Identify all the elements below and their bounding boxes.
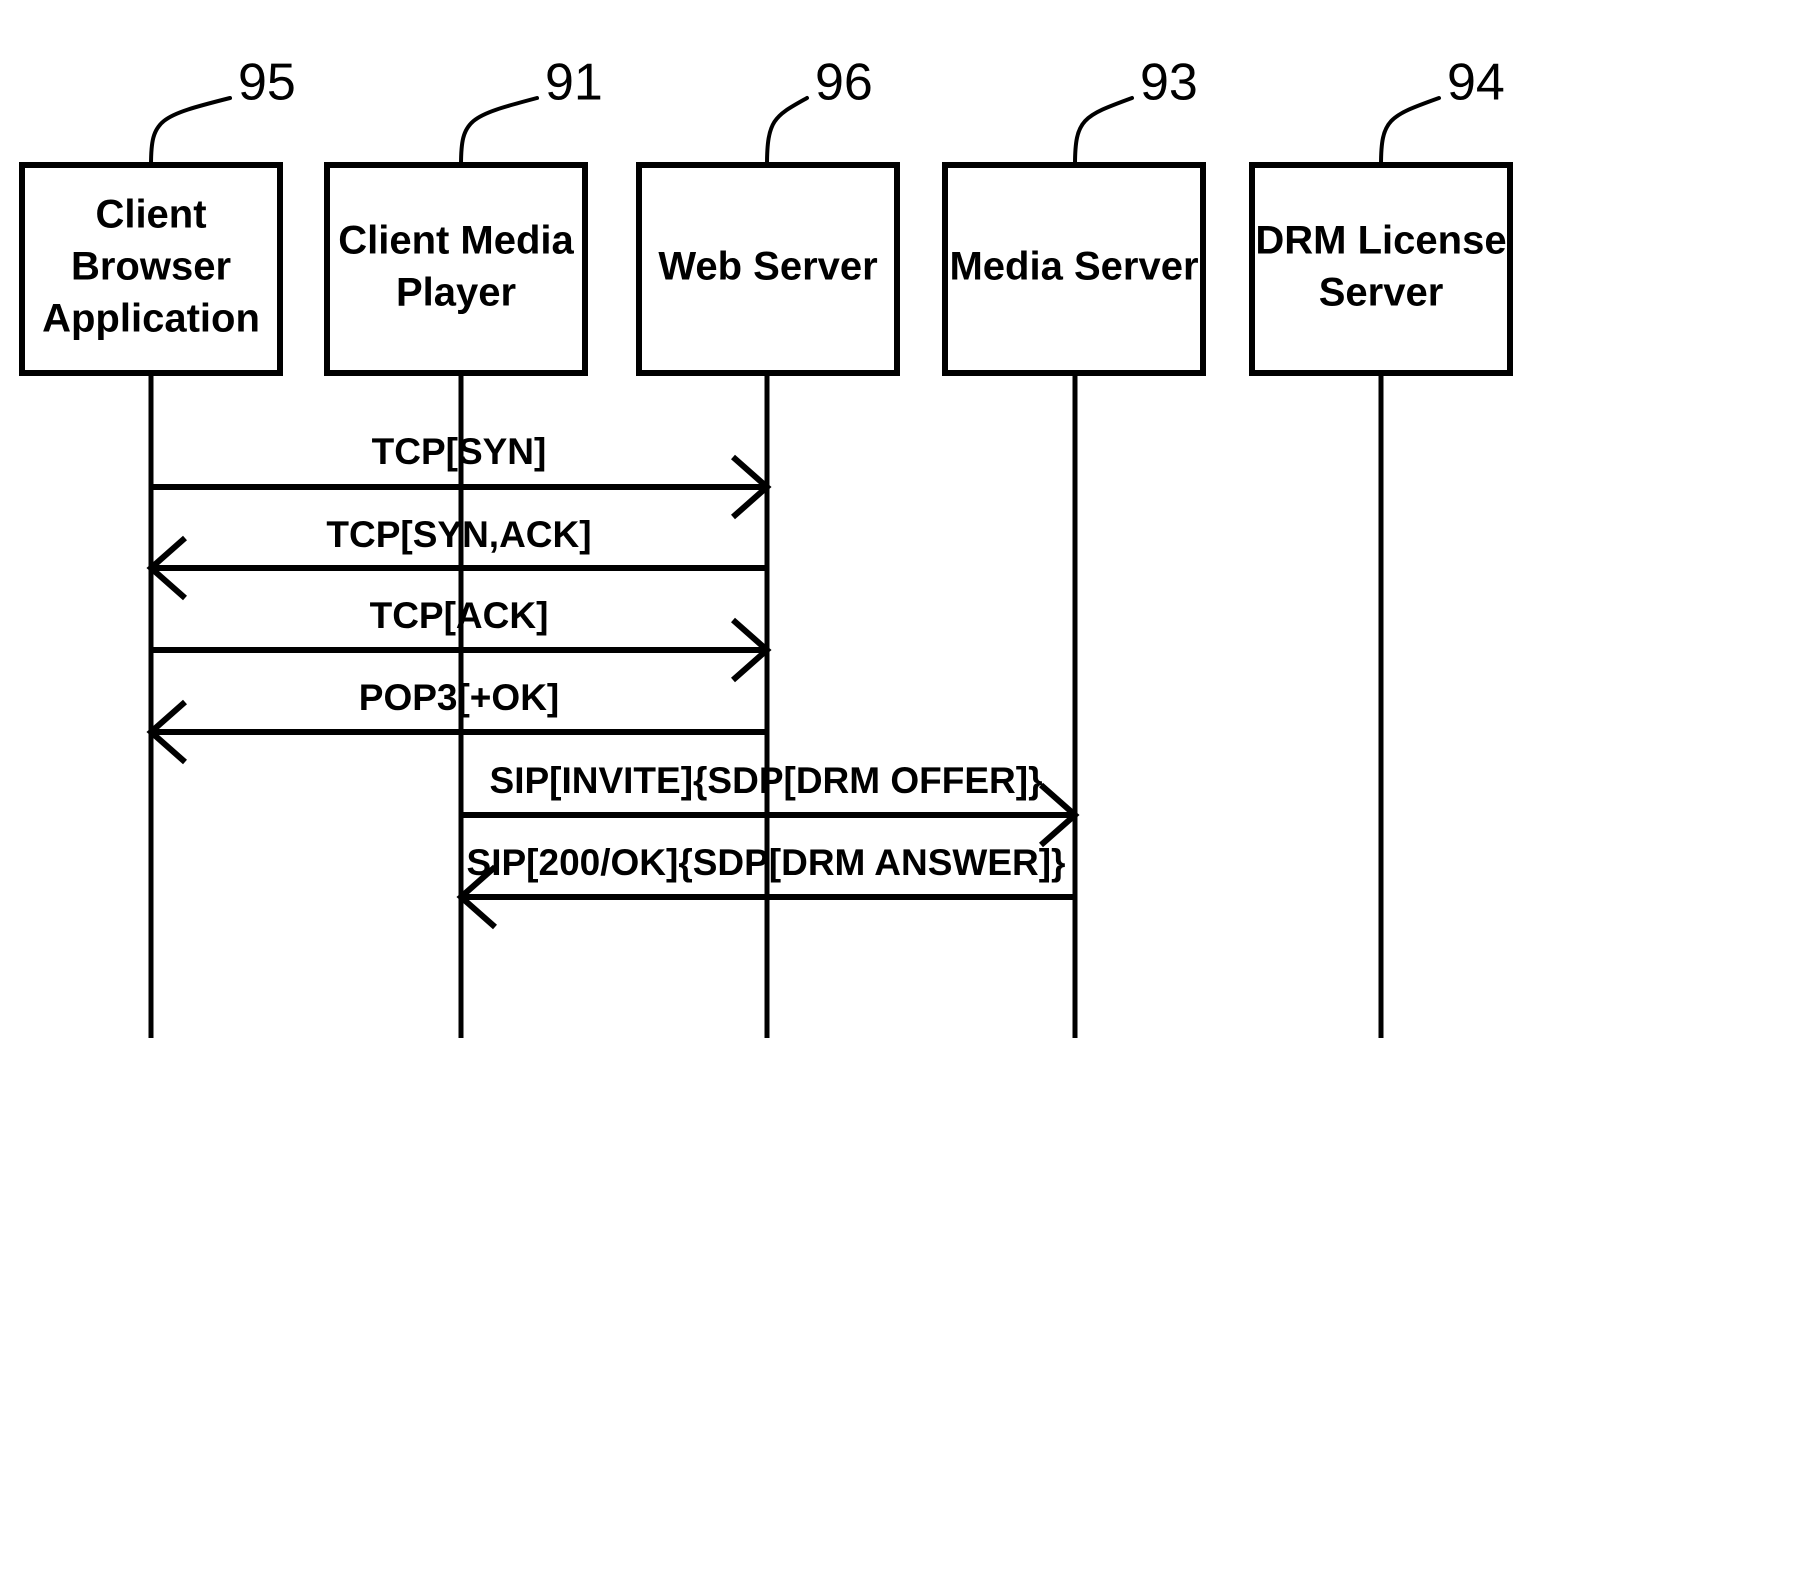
- leader-line-client-media-player: [459, 96, 539, 167]
- participant-label-web-server: Web Server: [658, 245, 877, 289]
- leader-line-web-server: [765, 96, 809, 167]
- message-label-msg-sip-200-ok-drm-answer: SIP[200/OK]{SDP[DRM ANSWER]}: [467, 842, 1066, 883]
- participant-label-client-media-player: Player: [396, 271, 516, 315]
- lane-web-server: Web Server 96: [636, 54, 900, 1038]
- message-label-msg-tcp-syn: TCP[SYN]: [372, 431, 547, 472]
- participant-label-drm-license-server: DRM License: [1255, 219, 1506, 263]
- reference-number-web-server: 96: [815, 54, 873, 112]
- leader-line-media-server: [1073, 96, 1134, 167]
- participant-label-client-browser-application: Browser: [71, 245, 231, 289]
- participant-label-drm-license-server: Server: [1319, 271, 1444, 315]
- sequence-diagram-root: Client Browser Application 95 Client Media Pl…: [0, 0, 1805, 1588]
- participant-box-drm-license-server[interactable]: [1249, 162, 1513, 376]
- participant-label-client-browser-application: Application: [42, 297, 260, 341]
- lanes-layer: Client Browser Application 95 Client Media Pl…: [19, 54, 1513, 1038]
- participant-label-media-server: Media Server: [949, 245, 1198, 289]
- message-label-msg-tcp-syn-ack: TCP[SYN,ACK]: [326, 514, 591, 555]
- reference-number-media-server: 93: [1140, 54, 1198, 112]
- reference-number-drm-license-server: 94: [1447, 54, 1505, 112]
- lane-client-browser-application: Client Browser Application 95: [19, 54, 296, 1038]
- lane-media-server: Media Server 93: [942, 54, 1206, 1038]
- lane-drm-license-server: DRM License Server 94: [1249, 54, 1513, 1038]
- reference-number-client-media-player: 91: [545, 54, 603, 112]
- messages-layer: TCP[SYN] TCP[SYN,ACK] TCP[ACK] POP3[+OK] SIP…: [146, 431, 1080, 930]
- participant-label-client-media-player: Client Media: [338, 219, 574, 263]
- reference-number-client-browser-application: 95: [238, 54, 296, 112]
- participant-label-client-browser-application: Client: [95, 193, 206, 237]
- leader-line-client-browser-application: [149, 96, 232, 167]
- message-label-msg-sip-invite-drm-offer: SIP[INVITE]{SDP[DRM OFFER]}: [490, 760, 1043, 801]
- sequence-diagram-canvas: Client Browser Application 95 Client Media Pl…: [19, 54, 1513, 1038]
- leader-line-drm-license-server: [1379, 96, 1441, 167]
- participant-box-client-media-player[interactable]: [324, 162, 588, 376]
- message-label-msg-pop3-ok: POP3[+OK]: [359, 677, 559, 718]
- message-label-msg-tcp-ack: TCP[ACK]: [370, 595, 549, 636]
